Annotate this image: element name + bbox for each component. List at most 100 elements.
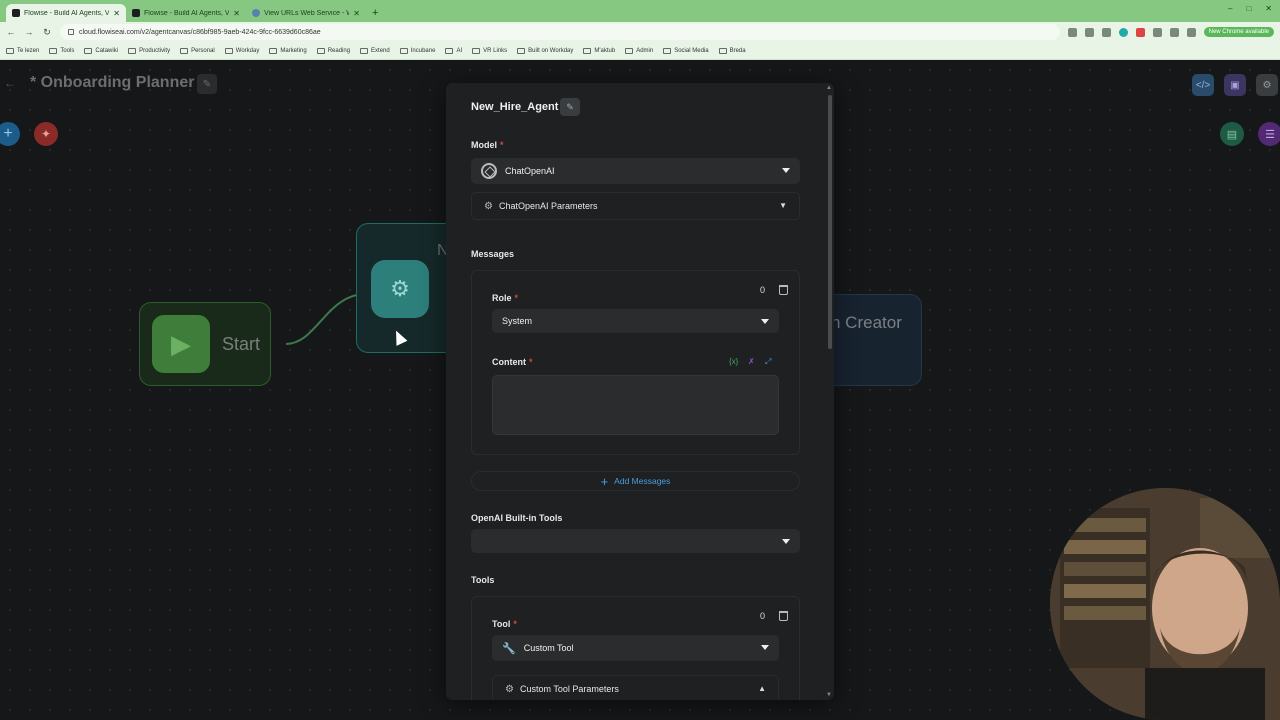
folder-icon: [84, 47, 93, 54]
profile-icon[interactable]: [1186, 27, 1196, 37]
bookmark-label: Productivity: [139, 47, 171, 54]
tools-label: Tools: [471, 575, 495, 585]
settings-button[interactable]: ⚙: [1256, 74, 1278, 96]
model-parameters-toggle[interactable]: ⚙ ChatOpenAI Parameters ▼: [471, 192, 800, 220]
address-bar-row: ← → ↻ cloud.flowiseai.com/v2/agentcanvas…: [0, 22, 1280, 42]
bookmark-folder[interactable]: Workday: [224, 47, 259, 54]
add-node-button[interactable]: +: [0, 122, 20, 146]
bookmark-label: Breda: [729, 47, 746, 54]
site-info-icon[interactable]: [68, 29, 74, 35]
download-icon[interactable]: [1169, 27, 1179, 37]
save-button[interactable]: ▣: [1224, 74, 1246, 96]
bookmark-folder[interactable]: Admin: [625, 47, 654, 54]
scroll-thumb[interactable]: [828, 95, 832, 349]
role-value: System: [502, 316, 533, 326]
folder-icon: [445, 47, 454, 54]
reload-icon[interactable]: ↻: [42, 27, 52, 38]
tool-parameters-toggle[interactable]: ⚙ Custom Tool Parameters ▲: [492, 675, 779, 700]
scroll-down-icon[interactable]: ▼: [826, 692, 832, 698]
add-messages-button[interactable]: + Add Messages: [471, 471, 800, 491]
edit-title-button[interactable]: ✎: [197, 74, 217, 94]
bookmark-folder[interactable]: Incubane: [399, 47, 436, 54]
bookmark-folder[interactable]: Te lezen: [6, 47, 39, 54]
scroll-up-icon[interactable]: ▲: [826, 85, 832, 91]
folder-icon: [583, 47, 592, 54]
back-icon[interactable]: ←: [6, 27, 16, 37]
bookmark-folder[interactable]: Personal: [180, 47, 215, 54]
bookmark-folder[interactable]: Extend: [360, 47, 390, 54]
extension-icon[interactable]: [1135, 27, 1145, 37]
builtin-tools-select[interactable]: [471, 529, 800, 553]
browser-tab-bar: Flowise - Build AI Agents, Visua ✕ Flowi…: [0, 0, 1280, 22]
api-code-button[interactable]: </>: [1192, 74, 1214, 96]
creator-node[interactable]: n Creator: [822, 294, 922, 386]
close-window-icon[interactable]: ✕: [1265, 4, 1272, 13]
node-connector: [286, 293, 365, 345]
bookmark-label: Incubane: [410, 47, 436, 54]
back-arrow-icon[interactable]: ←: [4, 76, 16, 90]
browser-tab-2[interactable]: Flowise - Build AI Agents, Visua ✕: [126, 4, 246, 22]
content-label: Content *: [492, 357, 533, 367]
variable-icon[interactable]: {x}: [729, 357, 738, 366]
bookmark-folder[interactable]: Tools: [49, 47, 74, 54]
chrome-update-badge[interactable]: New Chrome available: [1203, 27, 1274, 37]
role-select[interactable]: System: [492, 309, 779, 333]
browser-tab-3[interactable]: View URLs Web Service - Work ✕: [246, 4, 366, 22]
bookmark-folder[interactable]: Social Media: [663, 47, 709, 54]
new-tab-button[interactable]: +: [366, 4, 384, 22]
bookmark-label: AI: [456, 47, 463, 54]
trash-icon[interactable]: [779, 285, 788, 295]
screen-cast-icon[interactable]: [1067, 27, 1077, 37]
minimize-icon[interactable]: –: [1228, 4, 1232, 13]
checklist-icon: ▤: [1226, 128, 1238, 141]
chevron-down-icon: ▼: [779, 201, 787, 210]
browser-tab-1[interactable]: Flowise - Build AI Agents, Visua ✕: [6, 4, 126, 22]
bookmark-label: Admin: [636, 47, 654, 54]
tool-select[interactable]: 🔧 Custom Tool: [492, 635, 779, 661]
start-node[interactable]: ▶ Start: [139, 302, 271, 386]
bookmark-folder[interactable]: Built on Workday: [517, 47, 573, 54]
webcam-overlay: [1050, 488, 1280, 720]
dialog-scrollbar[interactable]: ▲ ▼: [826, 85, 832, 698]
flow-title: * Onboarding Planner: [30, 74, 195, 91]
agent-node[interactable]: ⚙ N: [356, 223, 456, 353]
validate-button[interactable]: ▤: [1220, 122, 1244, 146]
bookmark-folder[interactable]: AI: [445, 47, 463, 54]
generate-flow-button[interactable]: ✦: [34, 122, 58, 146]
presenter-image: [1050, 488, 1280, 720]
model-value: ChatOpenAI: [505, 166, 555, 176]
star-icon[interactable]: [1101, 27, 1111, 37]
content-input[interactable]: [492, 375, 779, 435]
puzzle-icon[interactable]: [1152, 27, 1162, 37]
bookmark-folder[interactable]: Productivity: [128, 47, 171, 54]
bookmark-folder[interactable]: Reading: [316, 47, 350, 54]
bookmark-folder[interactable]: Catawiki: [84, 47, 118, 54]
bookmark-folder[interactable]: Marketing: [269, 47, 307, 54]
maximize-icon[interactable]: □: [1246, 4, 1251, 13]
close-tab-icon[interactable]: ✕: [353, 9, 360, 18]
globe-icon: [252, 9, 260, 17]
close-tab-icon[interactable]: ✕: [233, 9, 240, 18]
tool-parameters-label: Custom Tool Parameters: [519, 684, 619, 694]
zoom-icon[interactable]: [1084, 27, 1094, 37]
chat-button[interactable]: ☰: [1258, 122, 1280, 146]
gear-icon: ⚙: [505, 683, 514, 695]
expand-icon[interactable]: ⤢: [765, 357, 771, 367]
extension-icon[interactable]: [1118, 27, 1128, 37]
close-tab-icon[interactable]: ✕: [113, 9, 120, 18]
forward-icon[interactable]: →: [24, 27, 34, 37]
magic-wand-icon[interactable]: ✗: [748, 357, 755, 366]
agent-config-dialog: New_Hire_Agent ✎ Model * ChatOpenAI ⚙ Cha…: [446, 83, 834, 700]
folder-icon: [224, 47, 233, 54]
tool-index: 0: [760, 611, 766, 621]
bookmark-folder[interactable]: Breda: [718, 47, 746, 54]
folder-icon: [718, 47, 727, 54]
bookmark-folder[interactable]: VR Links: [472, 47, 507, 54]
edit-name-button[interactable]: ✎: [560, 98, 580, 116]
trash-icon[interactable]: [779, 611, 788, 621]
url-field[interactable]: cloud.flowiseai.com/v2/agentcanvas/c86bf…: [60, 24, 1060, 40]
folder-icon: [316, 47, 325, 54]
model-select[interactable]: ChatOpenAI: [471, 158, 800, 184]
bookmark-folder[interactable]: M'aktub: [583, 47, 615, 54]
bookmark-label: Personal: [191, 47, 215, 54]
